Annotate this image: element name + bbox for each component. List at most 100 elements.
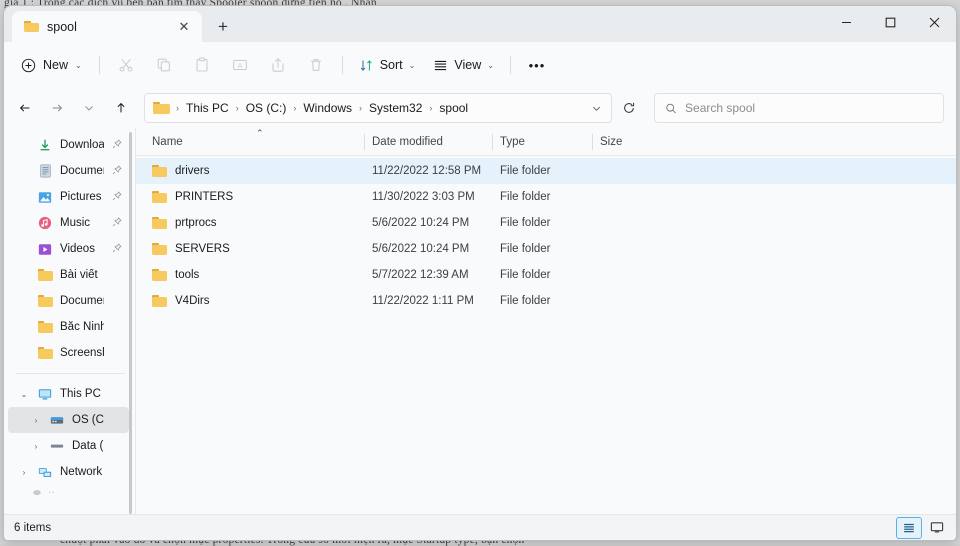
sidebar-item-bai-viet[interactable]: Bài viết (8, 262, 129, 288)
sidebar-item-music[interactable]: Music (8, 210, 129, 236)
sidebar-item-label: Music (60, 217, 104, 229)
address-bar: › This PC › OS (C:) › Windows › System32… (4, 88, 956, 128)
details-view-icon[interactable] (896, 517, 922, 539)
chevron-right-icon[interactable]: › (30, 442, 42, 451)
sidebar-item-partial[interactable]: ·· (4, 485, 135, 499)
file-list-pane: Name Date modified Type Size ⌃ drivers (136, 128, 956, 514)
sidebar-item-this-pc[interactable]: ⌄ This PC (8, 381, 129, 407)
chevron-down-icon: ⌄ (75, 61, 82, 70)
window-controls (824, 6, 956, 39)
folder-icon (152, 165, 167, 177)
toolbar-divider-3 (510, 56, 511, 74)
sidebar-divider (16, 373, 125, 374)
chevron-down-icon[interactable] (585, 96, 607, 120)
paste-icon[interactable] (184, 49, 220, 81)
folder-icon (152, 243, 167, 255)
scissors-icon[interactable] (108, 49, 144, 81)
breadcrumb-item-os-c[interactable]: OS (C:) (241, 98, 292, 118)
sidebar-item-os-c[interactable]: › OS (C:) (8, 407, 129, 433)
table-row[interactable]: tools 5/7/2022 12:39 AM File folder (136, 262, 956, 288)
more-options-icon[interactable]: ••• (519, 49, 555, 81)
sidebar-item-label: Downloads (60, 139, 104, 151)
file-name-cell: V4Dirs (144, 295, 364, 307)
breadcrumb-item-this-pc[interactable]: This PC (181, 98, 234, 118)
view-button[interactable]: View ⌄ (425, 49, 502, 81)
back-button[interactable] (10, 93, 40, 123)
share-icon[interactable] (260, 49, 296, 81)
copy-icon[interactable] (146, 49, 182, 81)
pc-icon (37, 388, 53, 401)
close-icon[interactable]: ✕ (174, 17, 194, 37)
pin-icon (111, 165, 123, 178)
up-button[interactable] (106, 93, 136, 123)
new-button-label: New (43, 58, 68, 72)
pin-icon (111, 217, 123, 230)
sidebar-item-screenshots[interactable]: Screenshots (8, 340, 129, 366)
file-name: PRINTERS (175, 191, 233, 203)
breadcrumb-separator: › (292, 103, 297, 113)
chevron-right-icon[interactable]: › (18, 468, 30, 477)
breadcrumb-separator: › (175, 103, 180, 113)
sidebar-item-data-d[interactable]: › Data (D:) (8, 433, 129, 459)
table-row[interactable]: prtprocs 5/6/2022 10:24 PM File folder (136, 210, 956, 236)
column-header-label: Date modified (372, 136, 443, 148)
sidebar-item-documents[interactable]: Documents (8, 158, 129, 184)
close-icon[interactable] (912, 6, 956, 39)
sidebar-item-documents-local[interactable]: Documents (8, 288, 129, 314)
pin-icon (111, 243, 123, 256)
sidebar-item-network[interactable]: › Network (8, 459, 129, 485)
navigation-pane[interactable]: Downloads Documents (4, 128, 136, 514)
search-input[interactable] (685, 101, 933, 115)
breadcrumb-item-windows[interactable]: Windows (298, 98, 357, 118)
file-name: tools (175, 269, 199, 281)
column-header-label: Name (152, 136, 183, 148)
search-box[interactable] (654, 93, 944, 123)
column-header-type[interactable]: Type (492, 128, 592, 156)
new-button[interactable]: New ⌄ (14, 50, 91, 80)
recent-locations-button[interactable] (74, 93, 104, 123)
file-rows: drivers 11/22/2022 12:58 PM File folder … (136, 156, 956, 514)
folder-icon (152, 295, 167, 307)
table-row[interactable]: PRINTERS 11/30/2022 3:03 PM File folder (136, 184, 956, 210)
downloads-icon (37, 138, 53, 152)
sort-button[interactable]: Sort ⌄ (351, 49, 424, 81)
chevron-right-icon[interactable]: › (30, 416, 42, 425)
sidebar-scrollbar[interactable] (129, 132, 132, 514)
breadcrumb[interactable]: › This PC › OS (C:) › Windows › System32… (144, 93, 612, 123)
sidebar-item-downloads[interactable]: Downloads (8, 132, 129, 158)
folder-icon (152, 191, 167, 203)
sidebar-item-videos[interactable]: Videos (8, 236, 129, 262)
column-header-size[interactable]: Size (592, 128, 652, 156)
breadcrumb-item-spool[interactable]: spool (434, 98, 473, 118)
forward-button[interactable] (42, 93, 72, 123)
column-header-name[interactable]: Name (144, 128, 364, 156)
file-name-cell: tools (144, 269, 364, 281)
cloud-icon (32, 488, 42, 496)
column-header-label: Type (500, 136, 525, 148)
table-row[interactable]: SERVERS 5/6/2022 10:24 PM File folder (136, 236, 956, 262)
network-icon (37, 466, 53, 479)
command-bar: New ⌄ A (4, 42, 956, 88)
drive-icon (49, 441, 65, 451)
table-row[interactable]: drivers 11/22/2022 12:58 PM File folder (136, 158, 956, 184)
maximize-icon[interactable] (868, 6, 912, 39)
drive-os-icon (49, 414, 65, 426)
chevron-down-icon: ⌄ (409, 61, 416, 70)
column-header-date-modified[interactable]: Date modified (364, 128, 492, 156)
table-row[interactable]: V4Dirs 11/22/2022 1:11 PM File folder (136, 288, 956, 314)
large-icons-view-icon[interactable] (924, 517, 950, 539)
pin-icon (111, 139, 123, 152)
sidebar-item-pictures[interactable]: Pictures (8, 184, 129, 210)
date-modified-cell: 11/30/2022 3:03 PM (364, 191, 492, 203)
new-tab-button[interactable]: + (206, 12, 240, 42)
sidebar-item-bac-ninh-xdmh[interactable]: Bắc Ninh_XDMH (8, 314, 129, 340)
tab-spool[interactable]: spool ✕ (12, 11, 202, 42)
refresh-icon[interactable] (616, 95, 642, 121)
rename-icon[interactable]: A (222, 49, 258, 81)
breadcrumb-item-system32[interactable]: System32 (364, 98, 427, 118)
minimize-icon[interactable] (824, 6, 868, 39)
trash-icon[interactable] (298, 49, 334, 81)
folder-icon (37, 347, 53, 359)
chevron-down-icon[interactable]: ⌄ (18, 390, 30, 399)
type-cell: File folder (492, 191, 592, 203)
